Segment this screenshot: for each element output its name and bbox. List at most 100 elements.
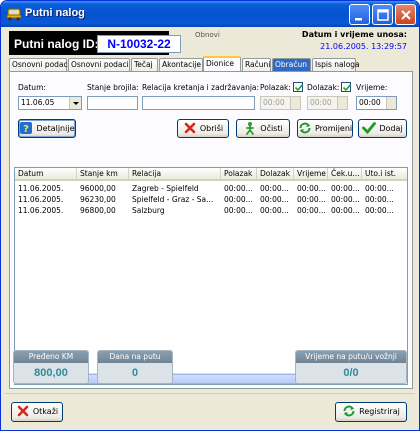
stanje-brojila-input[interactable] (87, 96, 138, 110)
days-stat-box: Dana na putu 0 (97, 350, 173, 384)
cell-polazak: 00:00... (224, 184, 253, 193)
title-bar[interactable]: Putni nalog (1, 1, 419, 27)
tab-ispis-naloga[interactable]: Ispis naloga (312, 58, 360, 72)
maximize-button[interactable] (372, 4, 393, 25)
column-header-datum[interactable]: Datum (15, 168, 77, 181)
tab-osnovni-podaci-1[interactable]: Osnovni podaci I (9, 58, 74, 72)
add-button-label: Dodaj (379, 124, 403, 133)
change-button[interactable]: Promijeni (297, 119, 353, 138)
column-header-polazak[interactable]: Polazak (221, 168, 257, 181)
chevron-down-icon (73, 102, 79, 105)
polazak-time-input[interactable]: 00:00 (260, 96, 301, 110)
entry-datetime-value: 21.06.2005. 13:29:57 (320, 42, 407, 51)
order-id-value-box: N-10032-22 (97, 35, 181, 53)
cell-cekanje: 00:00... (331, 206, 360, 215)
cell-datum: 11.06.2005. (18, 195, 64, 204)
refresh-link[interactable]: Obnovi (195, 31, 220, 39)
column-header-cekanje[interactable]: Ček.u... (328, 168, 362, 181)
register-button-label: Registriraj (359, 407, 400, 416)
column-header-utovar[interactable]: Uto.i ist. (362, 168, 407, 181)
clear-button-label: Očisti (260, 124, 283, 133)
entry-datetime-label: Datum i vrijeme unosa: (301, 30, 407, 39)
cell-relacija: Spielfeld - Graz - Sa... (132, 195, 214, 204)
polazak-checkbox[interactable] (293, 82, 304, 92)
column-header-stanje-km[interactable]: Stanje km (77, 168, 129, 181)
tab-strip: Osnovni podaci I Osnovni podaci II Tečaj… (9, 56, 413, 73)
cell-utovar: 00:00... (365, 195, 394, 204)
tab-racuni[interactable]: Računi (242, 58, 271, 72)
order-id-box: Putni nalog ID: N-10032-22 (9, 31, 181, 55)
change-button-label: Promijeni (315, 124, 353, 133)
checkmark-icon (362, 121, 377, 134)
vrijeme-spinner[interactable] (386, 97, 396, 109)
tab-tecaj[interactable]: Tečaj (131, 58, 158, 72)
relacija-input[interactable] (142, 96, 255, 110)
maximize-icon (377, 9, 389, 21)
order-id-label: Putni nalog ID: (14, 37, 99, 51)
details-button[interactable]: ? Detaljnije (18, 119, 76, 138)
vrijeme-time-value: 00:00 (359, 98, 381, 107)
cell-utovar: 00:00... (365, 206, 394, 215)
cell-relacija: Zagreb - Spielfeld (132, 184, 199, 193)
stanje-brojila-label: Stanje brojila: (87, 83, 139, 92)
datum-select[interactable]: 11.06.05 (18, 96, 82, 110)
tab-obracun[interactable]: Obračun (272, 58, 311, 72)
cell-datum: 11.06.2005. (18, 184, 64, 193)
tab-osnovni-podaci-2[interactable]: Osnovni podaci II (68, 58, 136, 72)
register-button[interactable]: Registriraj (335, 402, 407, 422)
dolazak-checkbox[interactable] (341, 82, 352, 92)
order-id-value: N-10032-22 (107, 37, 171, 51)
travel-time-stat-label: Vrijeme na putu/u vožnji (296, 351, 406, 363)
travel-time-stat-box: Vrijeme na putu/u vožnji 0/0 (295, 350, 407, 384)
cancel-button[interactable]: Otkaži (11, 402, 63, 422)
delete-button-label: Obriši (199, 124, 224, 133)
cell-dolazak: 00:00... (260, 195, 289, 204)
tab-akontacije[interactable]: Akontacije (159, 58, 203, 72)
polazak-spinner[interactable] (290, 97, 300, 109)
polazak-time-value: 00:00 (263, 98, 285, 107)
cell-vrijeme: 00:00... (297, 184, 326, 193)
km-stat-box: Pređeno KM 800,00 (13, 350, 89, 384)
km-stat-value: 800,00 (34, 367, 68, 379)
dolazak-spinner[interactable] (337, 97, 347, 109)
vrijeme-time-input[interactable]: 00:00 (356, 96, 397, 110)
window-title: Putni nalog (25, 7, 85, 19)
column-header-dolazak[interactable]: Dolazak (257, 168, 294, 181)
cell-polazak: 00:00... (224, 195, 253, 204)
datum-dropdown-button[interactable] (69, 97, 81, 109)
dolazak-time-value: 00:00 (310, 98, 332, 107)
column-header-relacija[interactable]: Relacija (129, 168, 221, 181)
cell-dolazak: 00:00... (260, 206, 289, 215)
cell-cekanje: 00:00... (331, 195, 360, 204)
delete-x-icon (184, 122, 196, 133)
checkmark-icon (294, 84, 304, 92)
cell-dolazak: 00:00... (260, 184, 289, 193)
minimize-icon (355, 18, 362, 21)
delete-button[interactable]: Obriši (177, 119, 229, 138)
cell-datum: 11.06.2005. (18, 206, 64, 215)
relacija-label: Relacija kretanja i zadržavanja: (142, 83, 260, 92)
cell-cekanje: 00:00... (331, 184, 360, 193)
details-button-label: Detaljnije (36, 124, 75, 133)
vrijeme-label: Vrijeme: (356, 83, 388, 92)
help-question-icon: ? (20, 121, 33, 135)
minimize-button[interactable] (349, 4, 370, 25)
cell-relacija: Salzburg (132, 206, 165, 215)
close-button[interactable] (395, 4, 416, 25)
cell-polazak: 00:00... (224, 206, 253, 215)
column-header-vrijeme[interactable]: Vrijeme (294, 168, 328, 181)
app-window: Putni nalog Putni nalog ID: N-10032-22 O… (0, 0, 420, 431)
days-stat-value: 0 (131, 367, 139, 379)
dolazak-time-input[interactable]: 00:00 (307, 96, 348, 110)
window-client: Putni nalog ID: N-10032-22 Obnovi Datum … (5, 27, 415, 428)
bottom-button-bar: Otkaži Registriraj (5, 393, 415, 428)
clear-button[interactable]: Očisti (236, 119, 290, 138)
add-button[interactable]: Dodaj (358, 119, 407, 138)
polazak-label: Polazak: (260, 83, 291, 92)
svg-text:?: ? (24, 124, 30, 135)
cell-stanje-km: 96230,00 (80, 195, 116, 204)
cell-utovar: 00:00... (365, 184, 394, 193)
dionice-panel: Datum: 11.06.05 Stanje brojila: Relacija… (9, 71, 413, 389)
travel-time-stat-value: 0/0 (343, 367, 359, 379)
broom-figure-icon (246, 121, 255, 135)
